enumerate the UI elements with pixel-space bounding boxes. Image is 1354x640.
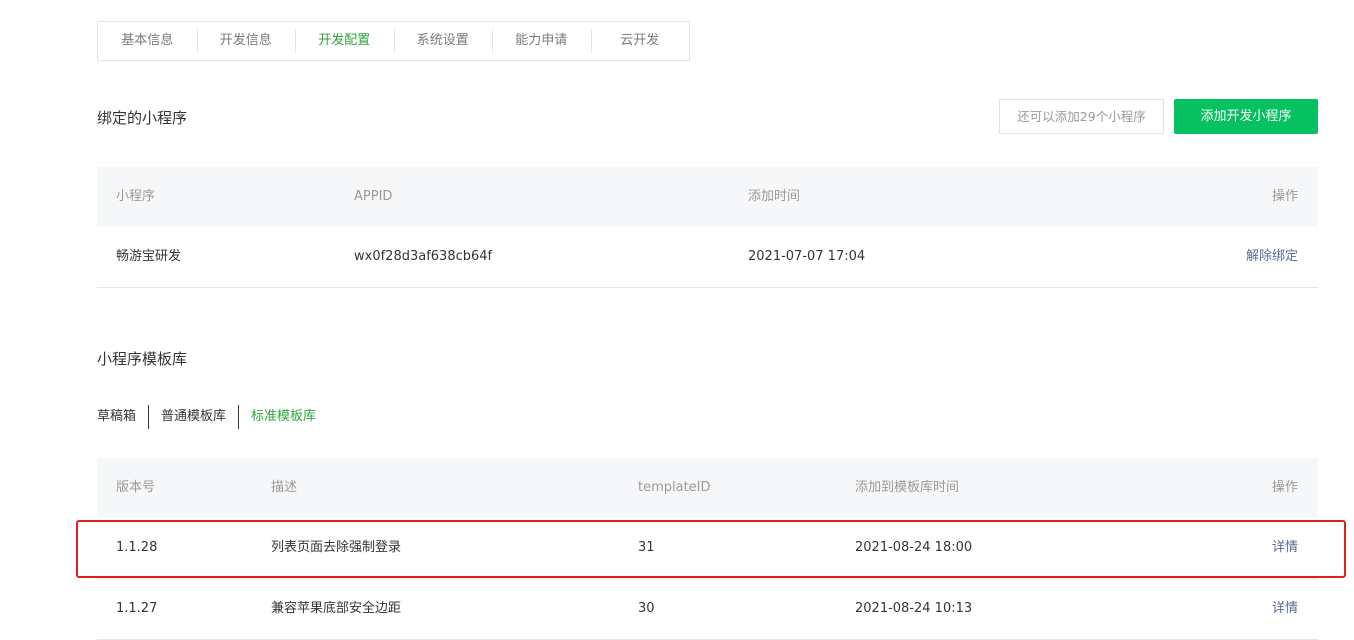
template-id-value: 31 (638, 540, 655, 555)
header-add-time: 添加时间 (748, 189, 801, 204)
description-value: 兼容苹果底部安全边距 (271, 601, 402, 616)
header-action: 操作 (1271, 189, 1298, 204)
bound-table-header: 小程序 APPID 添加时间 操作 (97, 167, 1318, 227)
description-value: 列表页面去除强制登录 (271, 540, 402, 555)
template-table: 版本号 描述 templateID 添加到模板库时间 操作 1.1.28 列表页… (97, 458, 1318, 640)
subtab-drafts[interactable]: 草稿箱 (97, 405, 148, 429)
tab-dev-info[interactable]: 开发信息 (196, 21, 296, 61)
added-time-value: 2021-08-24 18:00 (855, 540, 973, 555)
bound-section-title: 绑定的小程序 (97, 109, 188, 127)
details-link[interactable]: 详情 (1272, 579, 1298, 639)
version-value: 1.1.27 (116, 601, 158, 616)
header-added-time: 添加到模板库时间 (855, 480, 960, 495)
header-version: 版本号 (116, 480, 156, 495)
add-mini-program-button[interactable]: 添加开发小程序 (1174, 99, 1318, 134)
table-row: 畅游宝研发 wx0f28d3af638cb64f 2021-07-07 17:0… (97, 227, 1318, 288)
quota-hint: 还可以添加29个小程序 (999, 99, 1164, 134)
details-link[interactable]: 详情 (1272, 518, 1298, 578)
bound-table: 小程序 APPID 添加时间 操作 畅游宝研发 wx0f28d3af638cb6… (97, 167, 1318, 288)
template-section-title: 小程序模板库 (97, 350, 188, 368)
subtab-normal-templates[interactable]: 普通模板库 (148, 405, 238, 429)
template-table-header: 版本号 描述 templateID 添加到模板库时间 操作 (97, 458, 1318, 518)
settings-tab-bar: 基本信息 开发信息 开发配置 系统设置 能力申请 云开发 (97, 21, 690, 61)
header-appid: APPID (354, 189, 393, 204)
subtab-standard-templates[interactable]: 标准模板库 (238, 405, 328, 429)
table-row: 1.1.28 列表页面去除强制登录 31 2021-08-24 18:00 详情 (97, 518, 1318, 579)
version-value: 1.1.28 (116, 540, 158, 555)
header-action: 操作 (1271, 480, 1298, 495)
add-time-value: 2021-07-07 17:04 (748, 249, 866, 264)
tab-basic-info[interactable]: 基本信息 (98, 21, 197, 61)
tab-dev-config[interactable]: 开发配置 (295, 21, 394, 61)
header-template-id: templateID (638, 480, 711, 495)
template-subtabs: 草稿箱 普通模板库 标准模板库 (97, 404, 328, 430)
header-description: 描述 (271, 480, 298, 495)
mini-program-name: 畅游宝研发 (116, 249, 182, 264)
header-mini-program: 小程序 (116, 189, 156, 204)
added-time-value: 2021-08-24 10:13 (855, 601, 973, 616)
template-id-value: 30 (638, 601, 655, 616)
tab-system-settings[interactable]: 系统设置 (393, 21, 493, 61)
tab-cloud-dev[interactable]: 云开发 (590, 21, 690, 61)
tab-capability-apply[interactable]: 能力申请 (492, 21, 591, 61)
unbind-link[interactable]: 解除绑定 (1246, 227, 1298, 287)
appid-value: wx0f28d3af638cb64f (354, 249, 493, 264)
